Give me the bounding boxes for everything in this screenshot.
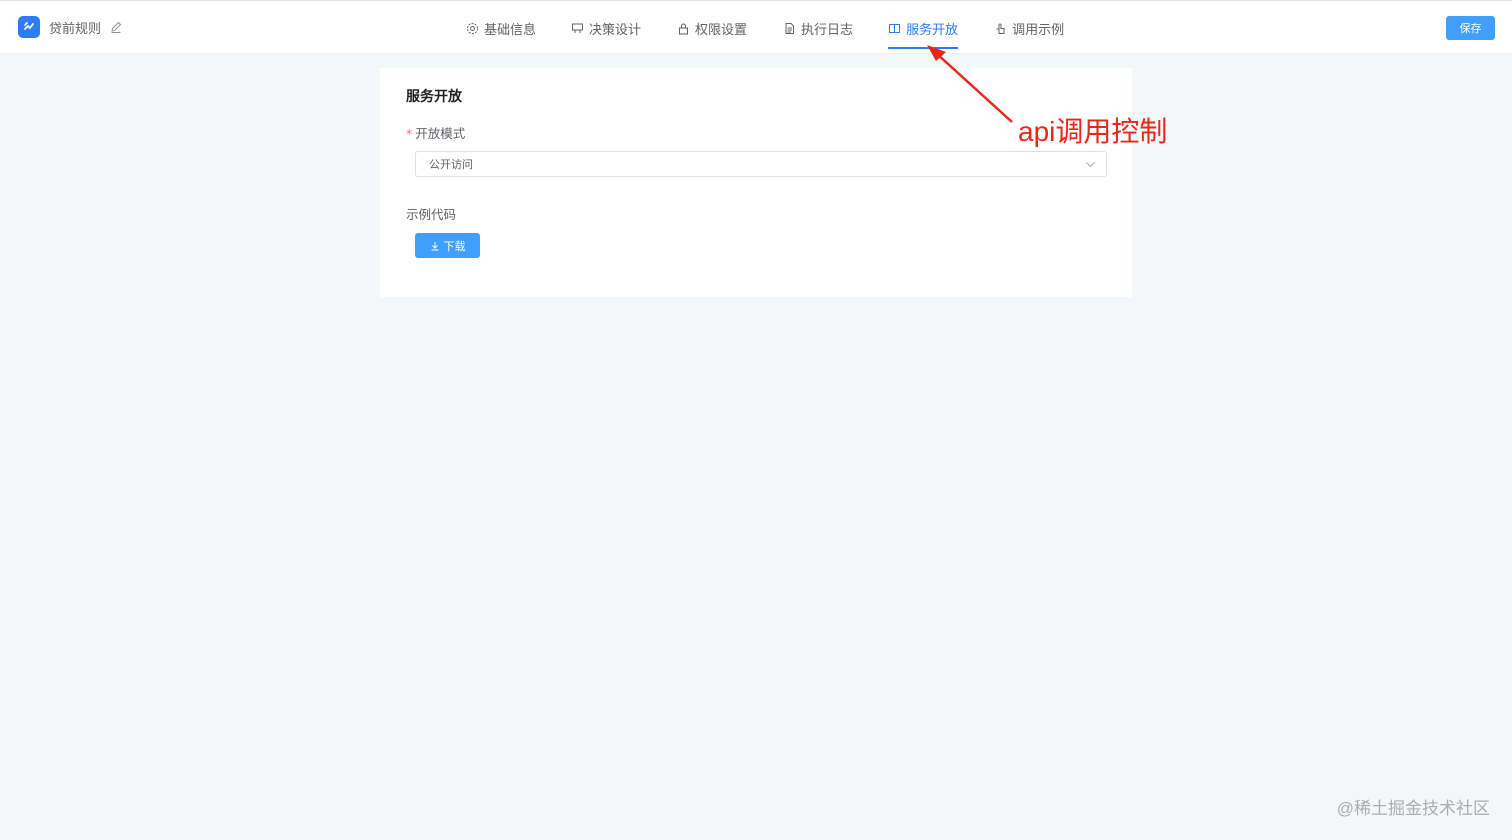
open-mode-value: 公开访问 [429, 158, 473, 171]
tab-label: 基础信息 [484, 22, 537, 38]
save-button[interactable]: 保存 [1446, 16, 1495, 40]
tab-permission-settings[interactable]: 权限设置 [677, 1, 747, 55]
download-button[interactable]: 下载 [415, 233, 480, 258]
tab-label: 执行日志 [801, 22, 854, 38]
required-mark: * [406, 126, 413, 141]
document-icon [783, 22, 796, 35]
tab-call-example[interactable]: 调用示例 [994, 1, 1064, 55]
open-mode-select[interactable]: 公开访问 [415, 151, 1107, 177]
brand: 贷前规则 [18, 16, 123, 38]
sample-code-label: 示例代码 [406, 207, 457, 222]
tab-basic-info[interactable]: 基础信息 [466, 1, 536, 55]
gear-icon [466, 22, 479, 35]
card-title: 服务开放 [406, 89, 462, 105]
open-mode-label-text: 开放模式 [415, 126, 466, 141]
tab-label: 决策设计 [589, 22, 642, 38]
flow-icon [571, 22, 584, 35]
tab-label: 权限设置 [695, 22, 748, 38]
tab-execution-log[interactable]: 执行日志 [783, 1, 853, 55]
chevron-down-icon [1085, 159, 1096, 170]
annotation-text: api调用控制 [1018, 116, 1168, 147]
app-title: 贷前规则 [49, 21, 102, 37]
service-open-card: 服务开放 * 开放模式 公开访问 示例代码 下载 [380, 68, 1132, 297]
tab-decision-design[interactable]: 决策设计 [571, 1, 641, 55]
download-icon [430, 241, 440, 251]
tab-label: 服务开放 [906, 22, 959, 38]
edit-pencil-icon[interactable] [109, 20, 123, 34]
app-logo-icon [18, 16, 40, 38]
download-label: 下载 [443, 239, 466, 253]
book-icon [888, 22, 901, 35]
tab-label: 调用示例 [1012, 22, 1065, 38]
lock-icon [677, 22, 690, 35]
top-bar: 贷前规则 基础信息 决策设计 权限设置 执行日志 服务开放 调用示例 保存 [0, 0, 1512, 54]
tab-service-open[interactable]: 服务开放 [888, 1, 959, 55]
main-tabs: 基础信息 决策设计 权限设置 执行日志 服务开放 调用示例 [466, 1, 1064, 55]
open-mode-label: * 开放模式 [406, 123, 465, 142]
pointer-icon [994, 22, 1007, 35]
watermark: @稀土掘金技术社区 [1336, 799, 1490, 818]
